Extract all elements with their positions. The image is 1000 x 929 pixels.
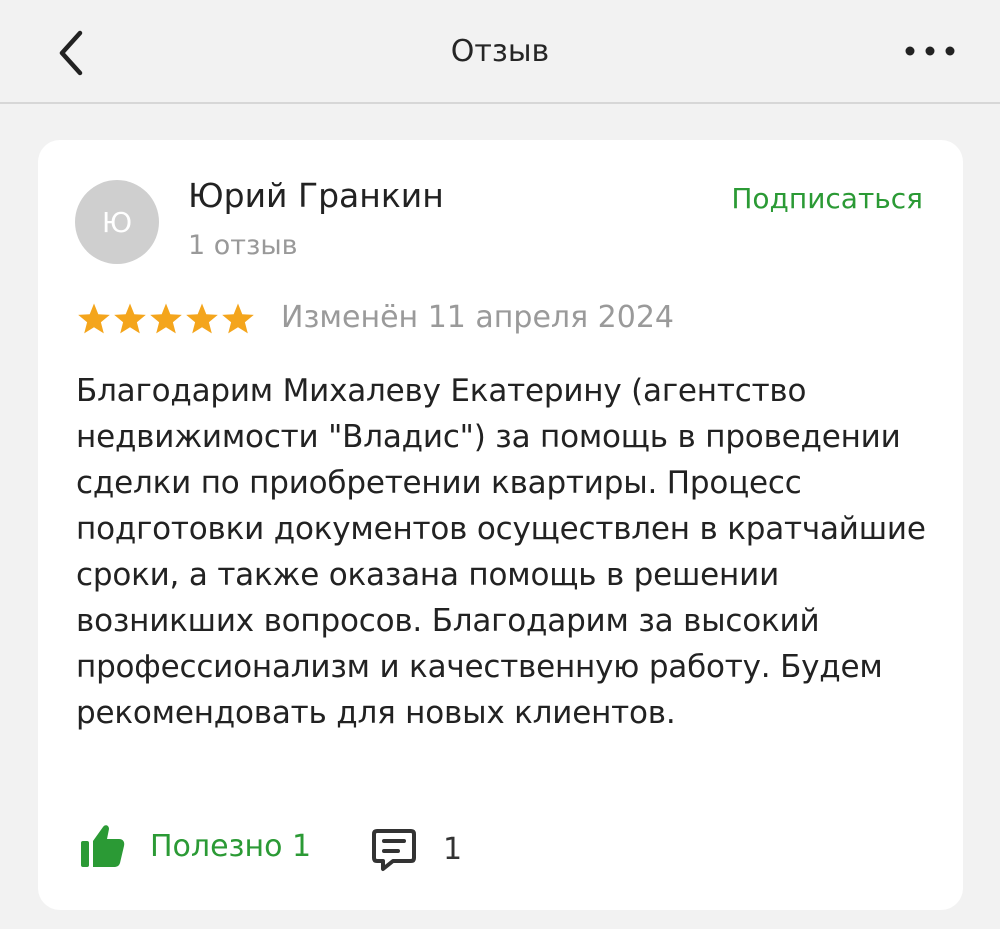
avatar[interactable]: Ю <box>75 180 159 264</box>
review-text: Благодарим Михалеву Екатерину (агентство… <box>76 373 926 731</box>
comments-button[interactable]: 1 <box>371 824 462 874</box>
more-horizontal-icon <box>905 46 955 56</box>
review-card: Ю Юрий Гранкин 1 отзыв Подписаться Измен… <box>38 140 963 910</box>
star-icon <box>114 303 146 334</box>
subscribe-button[interactable]: Подписаться <box>731 182 923 215</box>
author-reviews-count: 1 отзыв <box>188 230 298 261</box>
helpful-label: Полезно 1 <box>150 828 312 864</box>
page-title: Отзыв <box>450 34 550 69</box>
star-icon <box>222 303 254 334</box>
helpful-button[interactable]: Полезно 1 <box>78 818 311 874</box>
review-modified-date: Изменён 11 апреля 2024 <box>281 300 675 335</box>
star-icon <box>186 303 218 334</box>
avatar-letter: Ю <box>101 205 133 239</box>
top-bar: Отзыв <box>0 0 1000 104</box>
star-icon <box>150 303 182 334</box>
author-name[interactable]: Юрий Гранкин <box>188 176 444 215</box>
comments-count: 1 <box>443 831 463 867</box>
thumbs-up-icon <box>81 825 125 867</box>
star-icon <box>78 303 110 334</box>
more-options-button[interactable] <box>900 36 960 66</box>
rating-stars <box>76 302 256 336</box>
comment-icon <box>372 829 416 871</box>
